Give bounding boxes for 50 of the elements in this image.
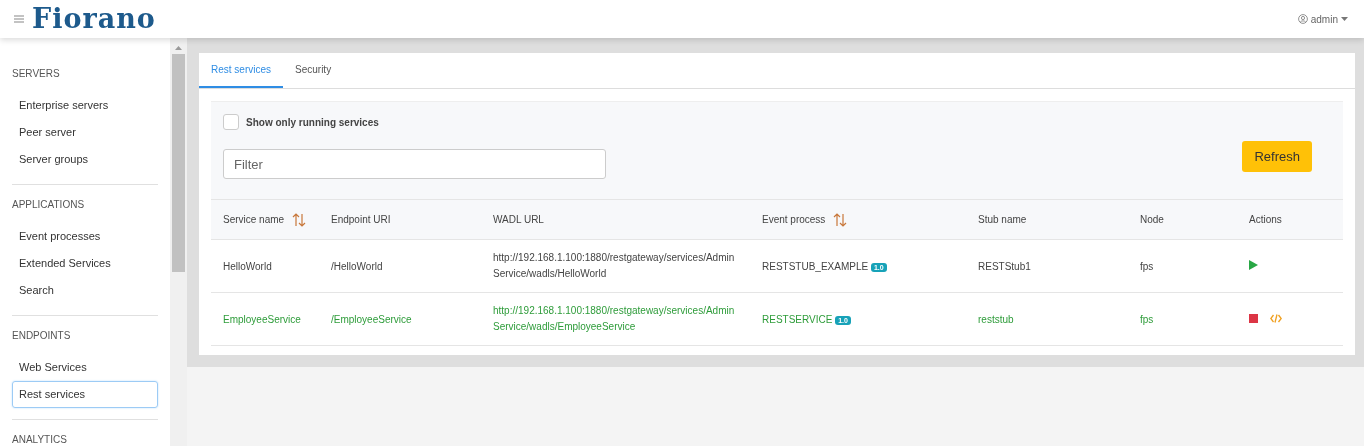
sidebar-item[interactable]: Search: [12, 277, 158, 304]
tab[interactable]: Security: [283, 53, 344, 88]
code-icon[interactable]: [1270, 313, 1282, 323]
section-heading: SERVERS: [12, 68, 61, 80]
column-header: WADL URL: [493, 214, 544, 225]
column-header: Event process: [762, 214, 826, 225]
sidebar-item[interactable]: Enterprise servers: [12, 92, 158, 119]
column-header: Actions: [1249, 214, 1282, 225]
filter-field[interactable]: Filter: [223, 149, 606, 179]
column-header: Node: [1140, 214, 1164, 225]
caret-icon: [1341, 17, 1348, 21]
sidebar-item[interactable]: Server groups: [12, 146, 158, 173]
play-icon[interactable]: [1249, 260, 1258, 270]
sidebar-item[interactable]: Web Services: [12, 354, 158, 381]
table-cell: RESTSERVICE: [762, 313, 833, 325]
table-cell: RESTSTUB_EXAMPLE: [762, 260, 869, 272]
table-cell: fps: [1140, 313, 1154, 325]
scrollbar[interactable]: [170, 38, 187, 446]
sidebar-item[interactable]: Rest services: [12, 381, 158, 408]
column-header: Stub name: [978, 214, 1027, 225]
table-cell: reststub: [978, 313, 1014, 325]
table-cell-text: http://192.168.1.100:1880/restgateway/services/AdminService/wadls/HelloWorld: [493, 251, 736, 281]
table-cell: /HelloWorld: [331, 260, 383, 272]
user-menu[interactable]: admin: [1297, 13, 1348, 25]
table-cell: fps: [1140, 260, 1154, 272]
scroll-up-icon[interactable]: [175, 46, 182, 50]
column-header: Endpoint URI: [331, 214, 391, 225]
refresh-button[interactable]: Refresh: [1242, 141, 1312, 172]
table-cell: /EmployeeService: [331, 313, 412, 325]
table-cell: HelloWorld: [223, 260, 272, 272]
checkbox[interactable]: [223, 114, 239, 130]
menu-icon[interactable]: [14, 15, 24, 23]
section-heading: ANALYTICS: [12, 434, 68, 446]
table-cell: RESTStub1: [978, 260, 1031, 272]
sidebar-item[interactable]: Extended Services: [12, 250, 158, 277]
sort-icon[interactable]: [292, 212, 307, 227]
scrollbar-thumb[interactable]: [172, 54, 185, 272]
user-icon: [1297, 14, 1308, 24]
sidebar-item[interactable]: Event processes: [12, 223, 158, 250]
section-heading: APPLICATIONS: [12, 199, 86, 211]
tab[interactable]: Rest services: [199, 53, 283, 88]
checkbox-label: Show only running services: [246, 116, 379, 128]
stop-icon[interactable]: [1249, 313, 1258, 323]
sidebar-item[interactable]: Peer server: [12, 119, 158, 146]
table-cell-text: http://192.168.1.100:1880/restgateway/services/AdminService/wadls/EmployeeService: [493, 304, 736, 334]
table-cell: EmployeeService: [223, 313, 301, 325]
section-heading: ENDPOINTS: [12, 330, 72, 342]
column-header: Service name: [223, 214, 285, 225]
sort-icon[interactable]: [833, 212, 848, 227]
logo: Fiorano: [32, 4, 156, 34]
